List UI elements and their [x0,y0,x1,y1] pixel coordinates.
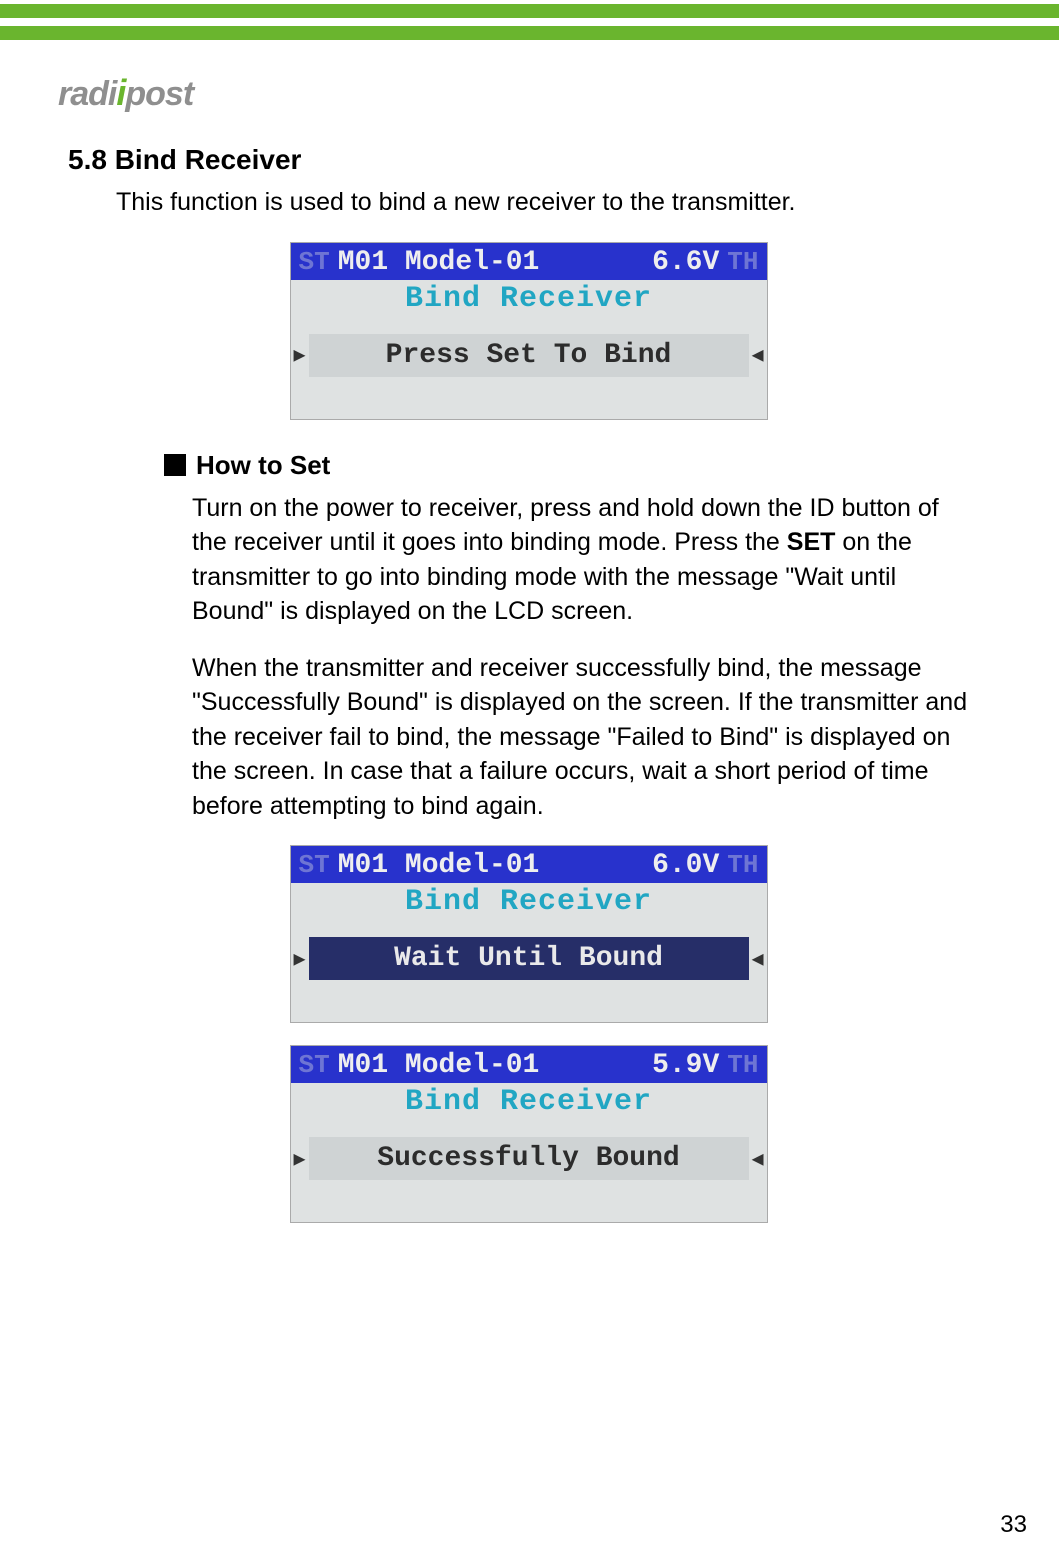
lcd-screenshot-1: ST M01 Model-01 6.6V TH Bind Receiver ▶ … [290,242,768,420]
lcd2-st: ST [299,850,330,880]
logo-text-pre: radi [58,75,116,114]
triangle-left-icon: ◀ [749,1146,767,1172]
triangle-right-icon: ▶ [291,946,309,972]
instructions-paragraph-2: When the transmitter and receiver succes… [192,651,971,824]
header-decoration [0,0,1059,52]
lcd3-title: Bind Receiver [291,1083,767,1125]
lcd1-message: Press Set To Bind [309,334,749,377]
lcd2-title: Bind Receiver [291,883,767,925]
lcd3-volt: 5.9V [652,1050,719,1081]
triangle-left-icon: ◀ [749,342,767,368]
lcd1-volt: 6.6V [652,247,719,278]
triangle-right-icon: ▶ [291,1146,309,1172]
section-heading: 5.8 Bind Receiver [68,144,989,176]
lcd3-model: M01 Model-01 [330,1050,652,1081]
lcd1-model: M01 Model-01 [330,247,652,278]
square-bullet-icon [164,454,186,476]
p1-strong: SET [787,528,836,556]
lcd3-message: Successfully Bound [309,1137,749,1180]
brand-logo: radi i post [58,72,193,114]
lcd2-model: M01 Model-01 [330,850,652,881]
instructions-paragraph-1: Turn on the power to receiver, press and… [192,491,971,629]
lcd1-title: Bind Receiver [291,280,767,322]
lcd2-message: Wait Until Bound [309,937,749,980]
how-to-set-heading: How to Set [164,450,989,481]
lcd2-volt: 6.0V [652,850,719,881]
page-number: 33 [1000,1511,1027,1539]
lcd1-th: TH [727,247,758,277]
lcd3-st: ST [299,1050,330,1080]
triangle-right-icon: ▶ [291,342,309,368]
lcd1-st: ST [299,247,330,277]
lcd-screenshot-3: ST M01 Model-01 5.9V TH Bind Receiver ▶ … [290,1045,768,1223]
section-lead: This function is used to bind a new rece… [116,186,989,220]
lcd3-th: TH [727,1050,758,1080]
triangle-left-icon: ◀ [749,946,767,972]
lcd-screenshot-2: ST M01 Model-01 6.0V TH Bind Receiver ▶ … [290,845,768,1023]
logo-text-post: post [125,75,193,114]
lcd2-th: TH [727,850,758,880]
how-to-set-label: How to Set [196,450,330,480]
